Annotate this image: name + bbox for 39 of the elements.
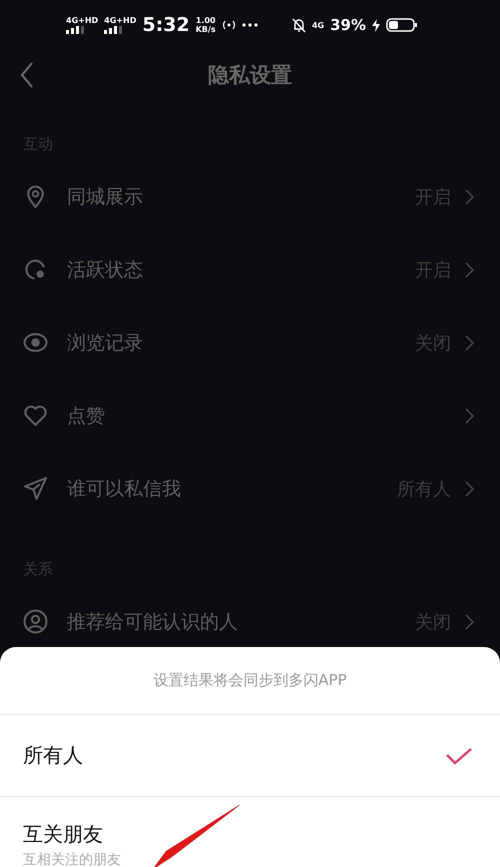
option-label: 互关朋友 (23, 821, 104, 848)
row-label: 活跃状态 (67, 258, 144, 282)
back-button[interactable] (20, 62, 34, 88)
hotspot-icon (222, 20, 236, 30)
chevron-right-icon (465, 334, 474, 350)
send-icon (23, 476, 48, 501)
status-time: 5:32 (142, 14, 190, 36)
option-item[interactable]: 所有人 (0, 715, 500, 797)
row-label: 谁可以私信我 (67, 476, 182, 502)
row-label: 推荐给可能认识的人 (67, 610, 239, 634)
option-label: 所有人 (23, 742, 84, 769)
option-description: 互相关注的朋友 (23, 851, 122, 867)
row-label: 点赞 (67, 404, 106, 428)
speed-unit: KB/s (196, 25, 216, 34)
speed-value: 1.00 (196, 16, 216, 25)
heart-icon (23, 403, 48, 428)
sync-notice: 设置结果将会同步到多闪APP (153, 671, 347, 690)
battery-icon (386, 18, 418, 32)
network-type: 4G+HD (104, 16, 136, 25)
network-type: 4G+HD (66, 16, 98, 25)
chevron-right-icon (465, 480, 474, 496)
bell-off-icon (292, 18, 306, 32)
row-label: 浏览记录 (67, 330, 144, 356)
chevron-right-icon (465, 188, 474, 204)
settings-row[interactable]: 点赞 (0, 379, 500, 452)
eye-icon (23, 330, 48, 355)
row-label: 同城展示 (67, 184, 144, 210)
more-icon (242, 23, 258, 27)
battery-percent: 39% (330, 16, 366, 34)
page-title: 隐私设置 (208, 62, 292, 89)
chevron-right-icon (465, 262, 474, 278)
network-type: 4G (312, 20, 324, 30)
signal-icon (66, 26, 86, 34)
charging-icon (372, 18, 380, 32)
option-item[interactable]: 互关朋友 互相关注的朋友 (0, 797, 500, 867)
signal-icon (104, 26, 124, 34)
chevron-right-icon (465, 408, 474, 424)
person-circle-icon (23, 609, 48, 634)
chevron-right-icon (465, 614, 474, 630)
